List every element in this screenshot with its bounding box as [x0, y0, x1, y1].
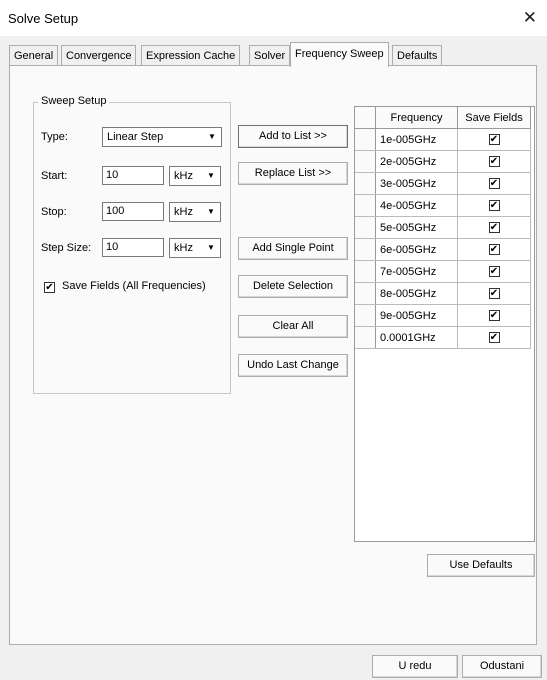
row-header[interactable] — [355, 238, 376, 261]
step-unit-select[interactable]: kHz ▼ — [169, 238, 221, 258]
use-defaults-button[interactable]: Use Defaults — [427, 554, 535, 577]
save-fields-cell[interactable]: ✔ — [457, 238, 531, 261]
save-fields-cell[interactable]: ✔ — [457, 282, 531, 305]
frequency-cell[interactable]: 5e-005GHz — [375, 216, 458, 239]
frequency-cell[interactable]: 2e-005GHz — [375, 150, 458, 173]
save-fields-cell[interactable]: ✔ — [457, 326, 531, 349]
table-row[interactable]: 0.0001GHz ✔ — [355, 326, 531, 349]
frequency-cell[interactable]: 1e-005GHz — [375, 128, 458, 151]
save-fields-row-checkbox[interactable]: ✔ — [488, 222, 500, 234]
frequency-cell[interactable]: 3e-005GHz — [375, 172, 458, 195]
save-fields-cell[interactable]: ✔ — [457, 260, 531, 283]
tab-expression-cache[interactable]: Expression Cache — [141, 45, 241, 66]
step-size-input[interactable]: 10 — [102, 238, 164, 257]
frequency-cell[interactable]: 7e-005GHz — [375, 260, 458, 283]
stop-unit-value: kHz — [174, 206, 193, 218]
save-fields-cell[interactable]: ✔ — [457, 128, 531, 151]
save-fields-cell[interactable]: ✔ — [457, 304, 531, 327]
row-header[interactable] — [355, 260, 376, 283]
column-header-save-fields[interactable]: Save Fields — [457, 107, 531, 129]
save-fields-row-checkbox[interactable]: ✔ — [488, 332, 500, 344]
row-header-corner — [355, 107, 376, 129]
frequency-cell[interactable]: 4e-005GHz — [375, 194, 458, 217]
save-fields-row-checkbox[interactable]: ✔ — [488, 310, 500, 322]
title-bar: Solve Setup ✕ — [0, 0, 547, 36]
save-fields-row-checkbox[interactable]: ✔ — [488, 178, 500, 190]
step-unit-value: kHz — [174, 242, 193, 254]
save-fields-row-checkbox[interactable]: ✔ — [488, 244, 500, 256]
save-fields-row-checkbox[interactable]: ✔ — [488, 156, 500, 168]
save-fields-row-checkbox[interactable]: ✔ — [488, 266, 500, 278]
row-header[interactable] — [355, 150, 376, 173]
table-row[interactable]: 8e-005GHz ✔ — [355, 282, 531, 305]
tab-defaults[interactable]: Defaults — [392, 45, 443, 66]
frequency-cell[interactable]: 0.0001GHz — [375, 326, 458, 349]
type-select-value: Linear Step — [107, 131, 164, 143]
save-fields-label: Save Fields (All Frequencies) — [62, 280, 206, 292]
clear-all-button[interactable]: Clear All — [238, 315, 348, 338]
row-header[interactable] — [355, 128, 376, 151]
add-single-point-button[interactable]: Add Single Point — [238, 237, 348, 260]
row-header[interactable] — [355, 304, 376, 327]
save-fields-cell[interactable]: ✔ — [457, 194, 531, 217]
save-fields-checkbox[interactable]: ✔ — [44, 282, 55, 293]
save-fields-cell[interactable]: ✔ — [457, 150, 531, 173]
table-row[interactable]: 7e-005GHz ✔ — [355, 260, 531, 283]
row-header[interactable] — [355, 216, 376, 239]
tab-solver[interactable]: Solver — [249, 45, 291, 66]
stop-input[interactable]: 100 — [102, 202, 164, 221]
step-size-label: Step Size: — [41, 242, 92, 254]
start-label: Start: — [41, 170, 68, 182]
type-label: Type: — [41, 131, 68, 143]
dropdown-arrow-icon[interactable]: ▼ — [204, 205, 218, 219]
dropdown-arrow-icon[interactable]: ▼ — [204, 169, 218, 183]
save-fields-cell[interactable]: ✔ — [457, 216, 531, 239]
undo-last-change-button[interactable]: Undo Last Change — [238, 354, 348, 377]
table-row[interactable]: 3e-005GHz ✔ — [355, 172, 531, 195]
stop-unit-select[interactable]: kHz ▼ — [169, 202, 221, 222]
table-row[interactable]: 1e-005GHz ✔ — [355, 128, 531, 151]
start-unit-select[interactable]: kHz ▼ — [169, 166, 221, 186]
frequency-cell[interactable]: 8e-005GHz — [375, 282, 458, 305]
window-title: Solve Setup — [8, 11, 79, 26]
save-fields-row-checkbox[interactable]: ✔ — [488, 134, 500, 146]
dropdown-arrow-icon[interactable]: ▼ — [204, 241, 218, 255]
tab-frequency-sweep[interactable]: Frequency Sweep — [290, 42, 389, 67]
type-select[interactable]: Linear Step ▼ — [102, 127, 222, 147]
ok-button[interactable]: U redu — [372, 655, 458, 678]
table-row[interactable]: 5e-005GHz ✔ — [355, 216, 531, 239]
table-row[interactable]: 2e-005GHz ✔ — [355, 150, 531, 173]
column-header-frequency[interactable]: Frequency — [375, 107, 458, 129]
table-row[interactable]: 4e-005GHz ✔ — [355, 194, 531, 217]
row-header[interactable] — [355, 282, 376, 305]
row-header[interactable] — [355, 172, 376, 195]
save-fields-cell[interactable]: ✔ — [457, 172, 531, 195]
add-to-list-button[interactable]: Add to List >> — [238, 125, 348, 148]
table-row[interactable]: 9e-005GHz ✔ — [355, 304, 531, 327]
stop-label: Stop: — [41, 206, 67, 218]
save-fields-row-checkbox[interactable]: ✔ — [488, 288, 500, 300]
frequency-table[interactable]: Frequency Save Fields 1e-005GHz ✔ 2e-005GH… — [354, 106, 535, 542]
row-header[interactable] — [355, 194, 376, 217]
table-header-row: Frequency Save Fields — [355, 107, 531, 129]
dropdown-arrow-icon[interactable]: ▼ — [205, 130, 219, 144]
cancel-button[interactable]: Odustani — [462, 655, 542, 678]
close-icon[interactable]: ✕ — [523, 8, 537, 28]
start-unit-value: kHz — [174, 170, 193, 182]
table-row[interactable]: 6e-005GHz ✔ — [355, 238, 531, 261]
delete-selection-button[interactable]: Delete Selection — [238, 275, 348, 298]
tab-general[interactable]: General — [9, 45, 59, 66]
start-input[interactable]: 10 — [102, 166, 164, 185]
row-header[interactable] — [355, 326, 376, 349]
tab-convergence[interactable]: Convergence — [61, 45, 137, 66]
frequency-cell[interactable]: 6e-005GHz — [375, 238, 458, 261]
save-fields-row-checkbox[interactable]: ✔ — [488, 200, 500, 212]
frequency-cell[interactable]: 9e-005GHz — [375, 304, 458, 327]
replace-list-button[interactable]: Replace List >> — [238, 162, 348, 185]
sweep-setup-title: Sweep Setup — [38, 95, 110, 107]
